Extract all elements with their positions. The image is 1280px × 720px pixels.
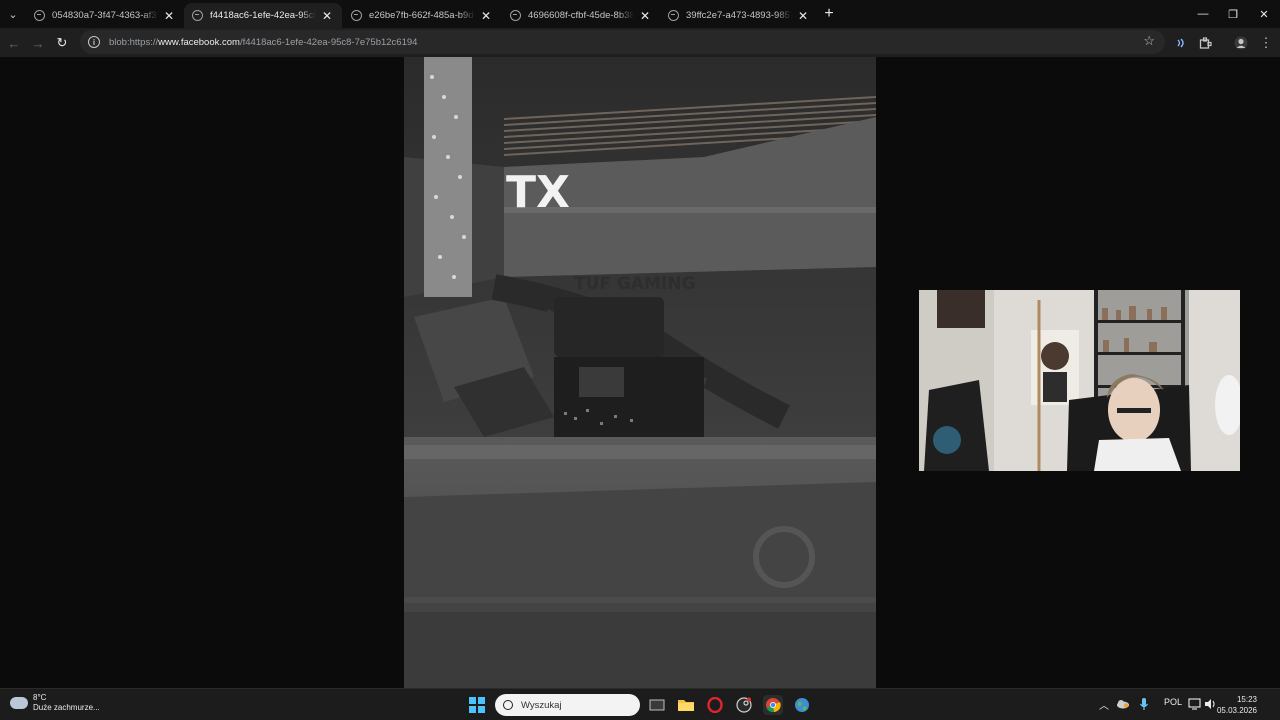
tab-title: f4418ac6-1efe-42ea-95c8-7e75... <box>210 10 316 21</box>
globe-icon <box>34 10 45 21</box>
network-icon[interactable] <box>1187 696 1203 712</box>
gpu-photo: TX TUF GAMING <box>404 57 876 688</box>
cloud-icon <box>10 697 28 709</box>
url-path: /f4418ac6-1efe-42ea-95c8-7e75b12c6194 <box>239 36 418 48</box>
tab-title: 4696608f-cfbf-45de-8b38-e8c... <box>528 10 634 21</box>
globe-icon <box>510 10 521 21</box>
page-content: TX TUF GAMING <box>0 57 1280 688</box>
weather-desc: Duże zachmurze... <box>33 703 100 712</box>
gpu-brand-text: TX <box>506 167 570 218</box>
globe-icon <box>351 10 362 21</box>
clock-date: 05.03.2026 <box>1216 706 1257 715</box>
search-placeholder: Wyszukaj <box>521 699 562 711</box>
taskbar-search-box[interactable]: Wyszukaj <box>495 694 640 716</box>
tab-0[interactable]: 054830a7-3f47-4363-af39-044... ✕ <box>26 3 184 28</box>
globe-icon <box>668 10 679 21</box>
tab-search-chevron-icon[interactable]: ⌄ <box>4 5 22 23</box>
globe-app-icon[interactable] <box>792 695 812 715</box>
webcam-scene-illustration <box>919 290 1240 471</box>
weather-widget[interactable]: 8°C Duże zachmurze... <box>10 693 100 713</box>
system-clock[interactable]: 15:23 05.03.2026 <box>1217 694 1257 716</box>
profile-avatar-icon[interactable] <box>1232 34 1250 52</box>
extensions-puzzle-icon[interactable] <box>1196 34 1214 52</box>
tab-2[interactable]: e26be7fb-662f-485a-b9d4-ced... ✕ <box>343 3 501 28</box>
site-info-icon[interactable]: i <box>88 36 100 48</box>
webcam-overlay <box>919 290 1240 471</box>
restore-button[interactable]: ❐ <box>1220 4 1246 24</box>
globe-icon <box>192 10 203 21</box>
back-arrow-icon[interactable]: ← <box>4 33 24 53</box>
windows-taskbar: 8°C Duże zachmurze... Wyszukaj ︿ POL 15:… <box>0 688 1280 720</box>
bookmark-star-icon[interactable]: ☆ <box>1143 33 1155 49</box>
onedrive-icon[interactable] <box>1115 696 1131 712</box>
new-tab-button[interactable]: + <box>820 5 838 23</box>
file-explorer-icon[interactable] <box>676 695 696 715</box>
microphone-icon[interactable] <box>1136 696 1152 712</box>
search-icon <box>503 700 513 710</box>
address-bar[interactable]: i blob:https://www.facebook.com/f4418ac6… <box>80 30 1165 54</box>
forward-arrow-icon[interactable]: → <box>28 33 48 53</box>
browser-toolbar: ← → ↻ i blob:https://www.facebook.com/f4… <box>0 28 1280 57</box>
chrome-icon[interactable] <box>763 695 783 715</box>
url-scheme: blob:https:// <box>109 36 159 48</box>
gpu-photo-illustration: TX TUF GAMING <box>404 57 876 688</box>
read-aloud-icon[interactable] <box>1172 34 1190 52</box>
tab-close-icon[interactable]: ✕ <box>479 9 493 23</box>
url-host: www.facebook.com <box>158 36 240 48</box>
tab-strip: ⌄ 054830a7-3f47-4363-af39-044... ✕ f4418… <box>0 0 1280 28</box>
reload-icon[interactable]: ↻ <box>52 33 72 53</box>
tab-title: 39ffc2e7-a473-4893-9857-2a5... <box>686 10 792 21</box>
opera-icon[interactable] <box>705 695 725 715</box>
clock-time: 15:23 <box>1236 695 1257 704</box>
tab-close-icon[interactable]: ✕ <box>638 9 652 23</box>
tab-close-icon[interactable]: ✕ <box>162 9 176 23</box>
tab-3[interactable]: 4696608f-cfbf-45de-8b38-e8c... ✕ <box>502 3 660 28</box>
close-window-button[interactable]: ✕ <box>1251 4 1277 24</box>
tab-4[interactable]: 39ffc2e7-a473-4893-9857-2a5... ✕ <box>660 3 818 28</box>
task-view-icon[interactable] <box>647 695 667 715</box>
windows-start-icon[interactable] <box>469 697 485 713</box>
tray-overflow-chevron-icon[interactable]: ︿ <box>1099 697 1109 712</box>
menu-kebab-icon[interactable]: ⋮ <box>1257 34 1275 52</box>
input-language[interactable]: POL <box>1164 697 1182 707</box>
weather-temp: 8°C <box>33 693 47 702</box>
steam-icon[interactable] <box>734 695 754 715</box>
tab-title: 054830a7-3f47-4363-af39-044... <box>52 10 158 21</box>
minimize-button[interactable]: — <box>1190 4 1216 24</box>
tab-close-icon[interactable]: ✕ <box>320 9 334 23</box>
tab-1-active[interactable]: f4418ac6-1efe-42ea-95c8-7e75... ✕ <box>184 3 342 28</box>
tab-close-icon[interactable]: ✕ <box>796 9 810 23</box>
gpu-series-text: TUF GAMING <box>574 274 695 294</box>
tab-title: e26be7fb-662f-485a-b9d4-ced... <box>369 10 475 21</box>
